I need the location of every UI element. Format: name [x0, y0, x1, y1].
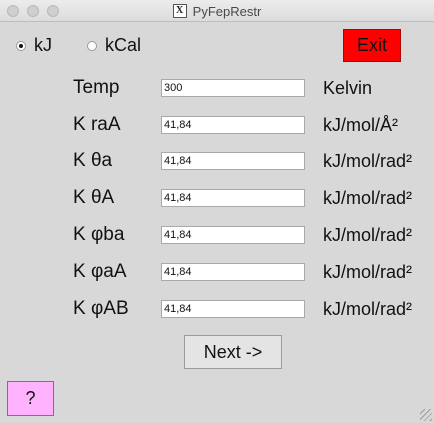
unit-radio-kj[interactable]: kJ	[16, 35, 52, 56]
unit-radio-kcal[interactable]: kCal	[87, 35, 141, 56]
help-button[interactable]: ?	[7, 381, 54, 416]
resize-grip-icon[interactable]	[420, 409, 432, 421]
param-unit: Kelvin	[323, 78, 373, 98]
param-input-k-theta-a-upper[interactable]: 41,84	[161, 189, 305, 207]
param-row-k-theta-a-upper: K θA 41,84 kJ/mol/rad²	[0, 186, 434, 210]
param-label: K raA	[73, 114, 121, 135]
param-input-k-theta-a-lower[interactable]: 41,84	[161, 152, 305, 170]
radio-label-kcal: kCal	[105, 35, 142, 55]
param-label: K φAB	[73, 298, 129, 319]
radio-indicator[interactable]	[87, 40, 97, 51]
param-row-k-phi-aa: K φaA 41,84 kJ/mol/rad²	[0, 260, 434, 284]
param-unit: kJ/mol/rad²	[323, 151, 413, 171]
param-input-k-raa[interactable]: 41,84	[161, 116, 305, 134]
window-title: PyFepRestr	[192, 3, 262, 19]
param-unit: kJ/mol/rad²	[323, 262, 413, 282]
param-label: K φaA	[73, 261, 127, 282]
param-label: K φba	[73, 224, 125, 245]
radio-label-kj: kJ	[34, 35, 52, 55]
x11-app-icon: X	[172, 4, 187, 18]
param-input-k-phi-aa[interactable]: 41,84	[161, 263, 305, 281]
param-unit: kJ/mol/rad²	[323, 188, 413, 208]
param-row-k-raa: K raA 41,84 kJ/mol/Å²	[0, 113, 434, 137]
param-row-k-theta-a-lower: K θa 41,84 kJ/mol/rad²	[0, 149, 434, 173]
param-unit: kJ/mol/rad²	[323, 299, 413, 319]
param-input-k-phi-ba[interactable]: 41,84	[161, 226, 305, 244]
param-label: K θa	[73, 150, 113, 171]
param-unit: kJ/mol/rad²	[323, 225, 413, 245]
param-row-k-phi-ab: K φAB 41,84 kJ/mol/rad²	[0, 297, 434, 321]
param-label: Temp	[73, 77, 120, 98]
title-bar: X PyFepRestr	[0, 0, 434, 22]
param-label: K θA	[73, 187, 115, 208]
param-row-k-phi-ba: K φba 41,84 kJ/mol/rad²	[0, 223, 434, 247]
next-button[interactable]: Next ->	[184, 335, 282, 369]
param-input-temp[interactable]: 300	[161, 79, 305, 97]
window-title-group: X PyFepRestr	[0, 0, 434, 22]
param-row-temp: Temp 300 Kelvin	[0, 76, 434, 100]
exit-button[interactable]: Exit	[343, 29, 401, 62]
radio-indicator[interactable]	[16, 40, 26, 51]
param-input-k-phi-ab[interactable]: 41,84	[161, 300, 305, 318]
param-unit: kJ/mol/Å²	[323, 115, 399, 135]
